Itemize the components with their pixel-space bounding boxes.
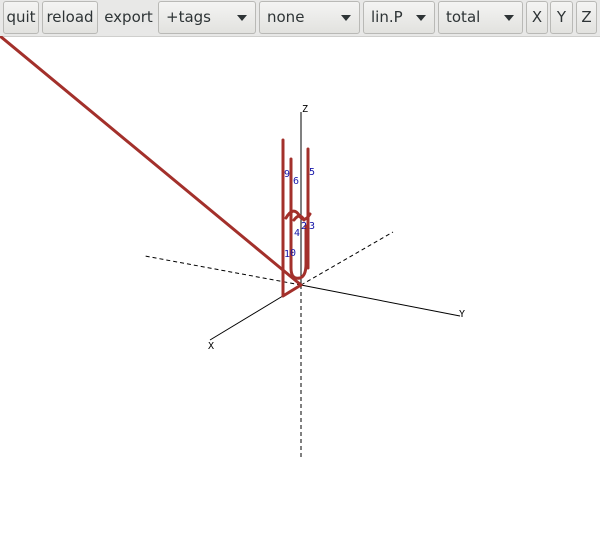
none-dropdown[interactable]: none: [259, 1, 360, 34]
chevron-down-icon: [416, 15, 426, 21]
y-axis-label: Y: [459, 309, 465, 320]
scale-dropdown[interactable]: lin.P: [363, 1, 435, 34]
chevron-down-icon: [504, 15, 514, 21]
y-axis-positive: [300, 284, 461, 317]
total-dropdown-label: total: [446, 8, 481, 26]
chevron-down-icon: [237, 15, 247, 21]
point-tag: 0: [290, 248, 296, 259]
trajectory-curve: [0, 36, 312, 298]
view-z-button[interactable]: Z: [576, 1, 597, 34]
view-x-button[interactable]: X: [526, 1, 548, 34]
y-axis-negative: [144, 255, 302, 286]
z-axis-label: Z: [302, 104, 308, 115]
point-tag: 6: [293, 176, 299, 187]
total-dropdown[interactable]: total: [438, 1, 523, 34]
quit-button[interactable]: quit: [3, 1, 39, 34]
tags-dropdown-label: +tags: [166, 8, 211, 26]
x-axis-label: X: [208, 341, 214, 352]
x-axis-negative: [300, 231, 394, 286]
tags-dropdown[interactable]: +tags: [158, 1, 256, 34]
point-tag: 9: [284, 169, 290, 180]
export-button[interactable]: export: [101, 1, 156, 34]
scale-dropdown-label: lin.P: [371, 8, 403, 26]
point-tag: 5: [309, 167, 315, 178]
none-dropdown-label: none: [267, 8, 305, 26]
3d-plot-canvas[interactable]: Z Y X 9 6 5 2 4 3 1 0: [0, 36, 600, 536]
toolbar: quit reload export +tags none lin.P tota…: [0, 0, 600, 37]
chevron-down-icon: [341, 15, 351, 21]
view-y-button[interactable]: Y: [550, 1, 573, 34]
point-tag: 4: [294, 228, 300, 239]
point-tag: 3: [309, 221, 315, 232]
curve-small-bump: [292, 214, 306, 222]
curve-long-segment: [0, 36, 303, 287]
point-tag: 2: [301, 221, 307, 232]
plot-axes: [144, 112, 461, 460]
reload-button[interactable]: reload: [42, 1, 98, 34]
